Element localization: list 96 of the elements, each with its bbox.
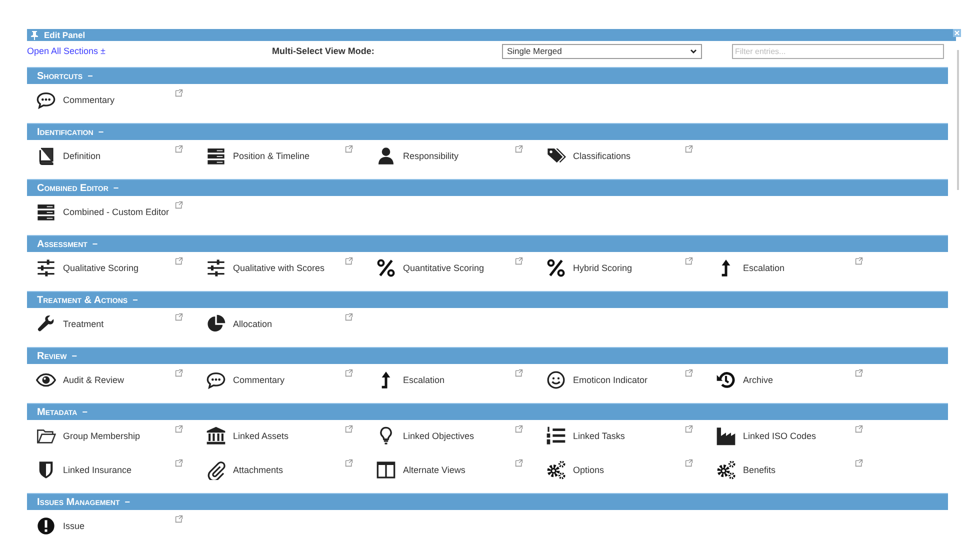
percent-icon [376,258,396,278]
item-link[interactable]: Options [573,458,685,482]
item-link[interactable]: Commentary [233,368,345,392]
external-link-icon[interactable] [685,257,693,265]
pin-icon[interactable] [31,30,38,40]
item-link[interactable]: Issue [63,514,175,538]
external-link-icon[interactable] [175,515,183,523]
item-link[interactable]: Group Membership [63,424,175,448]
external-link-icon[interactable] [175,257,183,265]
external-link-icon[interactable] [685,369,693,377]
sliders-icon [206,258,226,278]
item-link[interactable]: Classifications [573,144,685,168]
wrench-icon [36,314,56,334]
exclamation-icon [36,516,56,536]
section-title: Shortcuts [37,70,83,82]
external-link-icon[interactable] [855,425,863,433]
section-title: Review [37,350,67,362]
item-link[interactable]: Linked Tasks [573,424,685,448]
item-link[interactable]: Escalation [743,256,855,280]
item-link[interactable]: Hybrid Scoring [573,256,685,280]
server-icon [36,202,56,222]
external-link-icon[interactable] [175,425,183,433]
percent-icon [546,258,566,278]
external-link-icon[interactable] [345,313,353,321]
user-icon [376,146,396,166]
item-link[interactable]: Linked Objectives [403,424,515,448]
item-link[interactable]: Benefits [743,458,855,482]
external-link-icon[interactable] [855,369,863,377]
gears-icon [546,460,566,480]
columns-icon [376,460,396,480]
item-link[interactable]: Commentary [63,88,175,112]
external-link-icon[interactable] [175,89,183,97]
item-link[interactable]: Linked Insurance [63,458,175,482]
history-icon [716,370,736,390]
item-link[interactable]: Alternate Views [403,458,515,482]
item-link[interactable]: Audit & Review [63,368,175,392]
section-title: Metadata [37,406,78,418]
external-link-icon[interactable] [515,425,523,433]
gears-icon [716,460,736,480]
item-link[interactable]: Definition [63,144,175,168]
section-title: Combined Editor [37,182,108,194]
view-mode-label: Multi-Select View Mode: [272,46,376,56]
item-link[interactable]: Quantitative Scoring [403,256,515,280]
section-title: Treatment & Actions [37,294,128,306]
filter-field[interactable]: Filter entries... [732,44,944,58]
section-title: Assessment [37,238,88,250]
chevron-down-icon [690,48,697,54]
item-link[interactable]: Combined - Custom Editor [63,200,175,224]
item-link[interactable]: Linked Assets [233,424,345,448]
sliders-icon [36,258,56,278]
item-link[interactable]: Allocation [233,312,345,336]
external-link-icon[interactable] [685,425,693,433]
external-link-icon[interactable] [515,257,523,265]
external-link-icon[interactable] [345,425,353,433]
section-title: Identification [37,126,94,138]
comment-icon [206,370,226,390]
external-link-icon[interactable] [515,145,523,153]
external-link-icon[interactable] [345,257,353,265]
item-link[interactable]: Treatment [63,312,175,336]
pie-chart-icon [206,314,226,334]
close-icon[interactable] [953,29,961,37]
item-link[interactable]: Position & Timeline [233,144,345,168]
comment-icon [36,90,56,110]
factory-icon [716,426,736,446]
item-link[interactable]: Qualitative Scoring [63,256,175,280]
external-link-icon[interactable] [855,257,863,265]
external-link-icon[interactable] [855,459,863,467]
external-link-icon[interactable] [175,145,183,153]
external-link-icon[interactable] [175,313,183,321]
external-link-icon[interactable] [345,369,353,377]
item-link[interactable]: Responsibility [403,144,515,168]
external-link-icon[interactable] [345,459,353,467]
external-link-icon[interactable] [685,145,693,153]
section-title: Issues Management [37,496,120,508]
numbered-list-icon [546,426,566,446]
item-link[interactable]: Linked ISO Codes [743,424,855,448]
external-link-icon[interactable] [685,459,693,467]
scrollbar[interactable] [957,50,959,190]
item-link[interactable]: Attachments [233,458,345,482]
item-link[interactable]: Qualitative with Scores [233,256,345,280]
external-link-icon[interactable] [345,145,353,153]
bank-icon [206,426,226,446]
server-icon [206,146,226,166]
external-link-icon[interactable] [175,201,183,209]
external-link-icon[interactable] [175,369,183,377]
paperclip-icon [206,460,226,480]
open-all-link[interactable]: Open All Sections ± [27,46,272,56]
smiley-icon [546,370,566,390]
external-link-icon[interactable] [175,459,183,467]
item-link[interactable]: Escalation [403,368,515,392]
external-link-icon[interactable] [515,369,523,377]
item-link[interactable]: Emoticon Indicator [573,368,685,392]
item-link[interactable]: Archive [743,368,855,392]
panel-title: Edit Panel [44,30,86,40]
external-link-icon[interactable] [515,459,523,467]
view-mode-select[interactable]: Single Merged [502,44,702,58]
